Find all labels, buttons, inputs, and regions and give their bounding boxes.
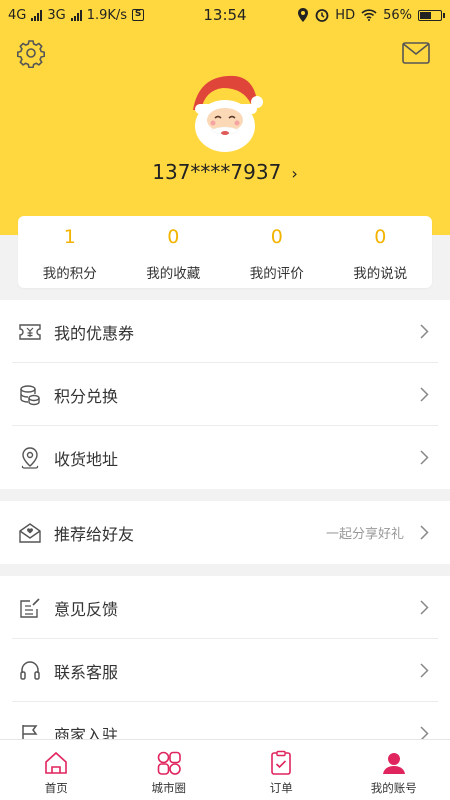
tab-home[interactable]: 首页 bbox=[0, 740, 113, 800]
menu-label: 积分兑换 bbox=[54, 386, 119, 406]
settings-gear-icon[interactable] bbox=[16, 38, 46, 68]
menu-item-recommend[interactable]: 推荐给好友 一起分享好礼 bbox=[0, 501, 450, 564]
tab-label: 我的账号 bbox=[370, 781, 417, 795]
wifi-icon bbox=[361, 9, 377, 21]
chevron-right-icon bbox=[414, 450, 434, 465]
menu-label: 意见反馈 bbox=[54, 599, 119, 619]
signal-icon bbox=[70, 9, 82, 21]
chevron-right-icon bbox=[414, 663, 434, 678]
city-circle-icon bbox=[157, 751, 181, 775]
order-icon bbox=[271, 750, 292, 775]
menu-item-customer-service[interactable]: 联系客服 bbox=[0, 639, 450, 702]
phone-number: 137****7937 bbox=[152, 160, 282, 184]
coupon-icon bbox=[18, 320, 42, 344]
chevron-right-icon bbox=[414, 387, 434, 402]
menu-hint: 一起分享好礼 bbox=[325, 527, 404, 542]
coins-icon bbox=[18, 383, 42, 407]
battery-percent: 56% bbox=[383, 7, 412, 23]
stat-label: 我的说说 bbox=[353, 266, 408, 282]
hd-label: HD bbox=[335, 7, 356, 23]
tab-orders[interactable]: 订单 bbox=[225, 740, 338, 800]
profile-header: 137****7937 › bbox=[0, 30, 450, 235]
menu-item-address[interactable]: 收货地址 bbox=[0, 426, 450, 489]
chevron-right-icon: › bbox=[291, 164, 298, 183]
stat-value: 0 bbox=[270, 226, 283, 248]
menu-item-feedback[interactable]: 意见反馈 bbox=[0, 576, 450, 639]
tab-city-circle[interactable]: 城市圈 bbox=[113, 740, 226, 800]
stat-value: 0 bbox=[167, 226, 180, 248]
menu-label: 推荐给好友 bbox=[54, 524, 135, 544]
menu-item-points-exchange[interactable]: 积分兑换 bbox=[0, 363, 450, 426]
tab-label: 订单 bbox=[269, 781, 293, 795]
location-icon bbox=[298, 8, 309, 22]
menu-item-coupons[interactable]: 我的优惠券 bbox=[0, 300, 450, 363]
home-icon bbox=[45, 751, 68, 774]
stat-reviews[interactable]: 0 我的评价 bbox=[225, 216, 329, 288]
location-pin-icon bbox=[18, 446, 42, 470]
account-icon bbox=[382, 753, 405, 774]
stat-label: 我的积分 bbox=[42, 266, 97, 282]
chevron-right-icon bbox=[414, 324, 434, 339]
avatar-santa[interactable] bbox=[183, 70, 267, 154]
battery-icon bbox=[418, 9, 445, 21]
menu-label: 联系客服 bbox=[54, 662, 119, 682]
stat-label: 我的收藏 bbox=[146, 266, 201, 282]
feedback-edit-icon bbox=[18, 596, 42, 620]
status-bar: 4G 3G 1.9K/s S 13:54 HD 56% bbox=[0, 0, 450, 30]
signal-icon bbox=[31, 9, 43, 21]
alarm-icon bbox=[315, 9, 329, 22]
share-heart-mail-icon bbox=[18, 521, 42, 545]
chevron-right-icon bbox=[414, 600, 434, 615]
stats-card: 1 我的积分 0 我的收藏 0 我的评价 0 我的说说 bbox=[18, 216, 432, 288]
tab-label: 城市圈 bbox=[151, 781, 187, 795]
menu-group-support: 意见反馈 联系客服 商家入驻 bbox=[0, 576, 450, 765]
stat-points[interactable]: 1 我的积分 bbox=[18, 216, 122, 288]
headset-icon bbox=[18, 659, 42, 683]
network-label-1: 4G bbox=[8, 7, 27, 23]
bottom-tab-bar: 首页 城市圈 订单 我的账号 bbox=[0, 739, 450, 800]
menu-label: 我的优惠券 bbox=[54, 323, 135, 343]
menu-group-share: 推荐给好友 一起分享好礼 bbox=[0, 501, 450, 564]
stat-value: 1 bbox=[63, 226, 76, 248]
message-mail-icon[interactable] bbox=[402, 42, 430, 64]
tab-label: 首页 bbox=[44, 781, 68, 795]
tab-my-account[interactable]: 我的账号 bbox=[338, 740, 450, 800]
chevron-right-icon bbox=[414, 525, 434, 540]
battery-fill bbox=[420, 11, 431, 19]
menu-group-account: 我的优惠券 积分兑换 收货地址 bbox=[0, 300, 450, 489]
network-speed: 1.9K/s bbox=[86, 7, 128, 23]
menu-label: 收货地址 bbox=[54, 449, 119, 469]
stat-posts[interactable]: 0 我的说说 bbox=[329, 216, 433, 288]
stat-label: 我的评价 bbox=[249, 266, 304, 282]
s-badge-icon: S bbox=[132, 9, 145, 21]
stat-value: 0 bbox=[374, 226, 387, 248]
stat-favorites[interactable]: 0 我的收藏 bbox=[122, 216, 226, 288]
network-label-2: 3G bbox=[47, 7, 66, 23]
phone-number-row[interactable]: 137****7937 › bbox=[0, 160, 450, 184]
